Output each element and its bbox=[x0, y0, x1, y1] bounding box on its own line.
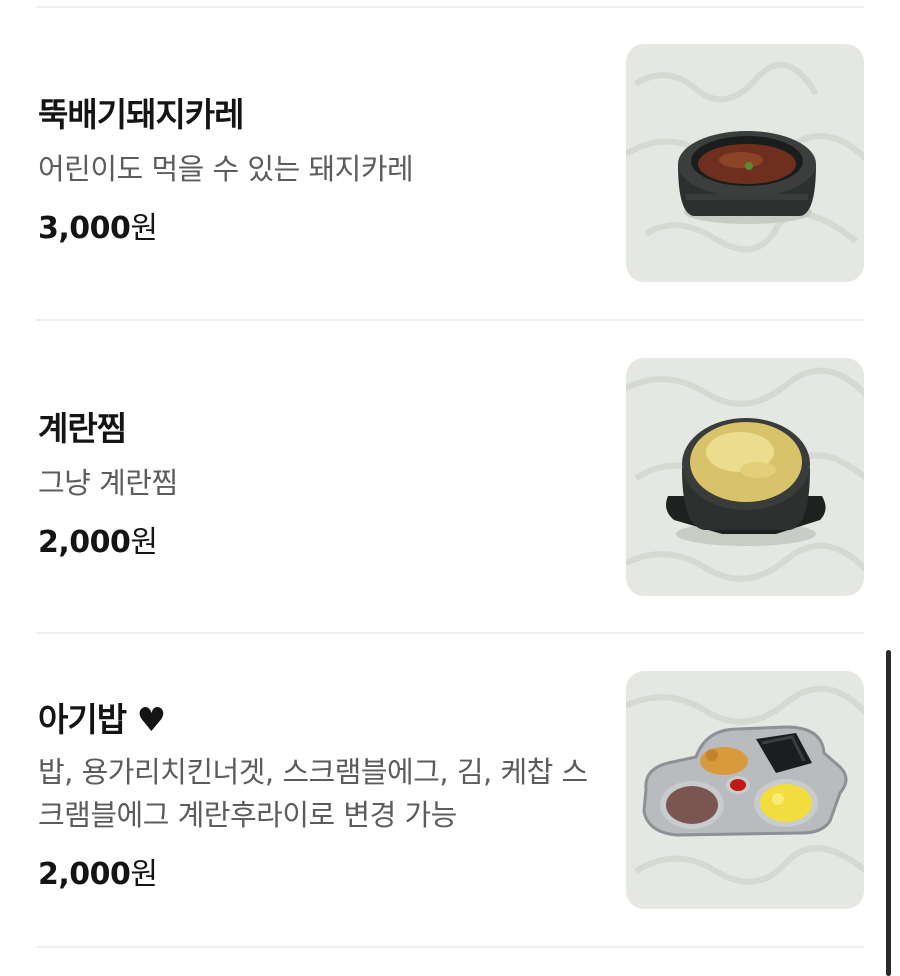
menu-item-price: 2,000원 bbox=[38, 525, 158, 560]
kids-meal-photo[interactable] bbox=[626, 671, 864, 909]
menu-item-price: 2,000원 bbox=[38, 857, 158, 892]
menu-item-steamed-egg[interactable]: 계란찜 그냥 계란찜 2,000원 bbox=[0, 358, 900, 596]
steamed-egg-photo[interactable] bbox=[626, 358, 864, 596]
menu-item-description: 그냥 계란찜 bbox=[38, 466, 178, 500]
menu-item-price: 3,000원 bbox=[38, 211, 158, 246]
divider bbox=[36, 319, 864, 321]
menu-item-description: 어린이도 먹을 수 있는 돼지카레 bbox=[38, 152, 414, 186]
divider-bottom bbox=[36, 946, 864, 948]
divider bbox=[36, 632, 864, 634]
menu-item-pork-curry[interactable]: 뚝배기돼지카레 어린이도 먹을 수 있는 돼지카레 3,000원 bbox=[0, 44, 900, 282]
menu-item-description: 밥, 용가리치킨너겟, 스크램블에그, 김, 케찹 스크램블에그 계란후라이로 … bbox=[38, 755, 588, 832]
scrollbar[interactable] bbox=[886, 650, 891, 976]
menu-item-kids-meal[interactable]: 아기밥 ♥ 밥, 용가리치킨너겟, 스크램블에그, 김, 케찹 스크램블에그 계… bbox=[0, 671, 900, 909]
divider-top bbox=[36, 6, 864, 8]
pork-curry-photo[interactable] bbox=[626, 44, 864, 282]
menu-item-name: 계란찜 bbox=[38, 409, 127, 448]
menu-item-name: 아기밥 ♥ bbox=[38, 700, 166, 739]
menu-item-name: 뚝배기돼지카레 bbox=[38, 95, 245, 134]
